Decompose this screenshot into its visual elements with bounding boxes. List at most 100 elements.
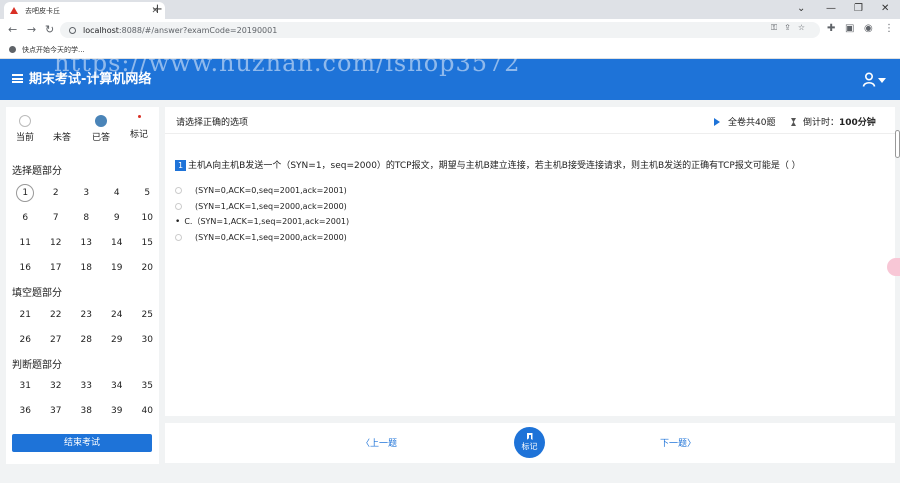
play-icon xyxy=(714,118,720,126)
share-icon[interactable]: ⇪ xyxy=(784,23,798,32)
question-number-button[interactable]: 6 xyxy=(16,209,34,227)
question-number-button[interactable]: 12 xyxy=(47,234,65,252)
page-scrollbar[interactable] xyxy=(895,130,900,158)
legend-marked: 标记 xyxy=(124,115,154,140)
question-number-button[interactable]: 13 xyxy=(77,234,95,252)
star-icon[interactable]: ☆ xyxy=(798,23,812,32)
prev-question-button[interactable]: 〈上一题 xyxy=(361,436,397,449)
question-number-button[interactable]: 5 xyxy=(138,184,156,202)
bookmark-item[interactable]: 快点开始今天的学... xyxy=(22,45,85,55)
question-number-button[interactable]: 39 xyxy=(108,402,126,420)
question-number-button[interactable]: 16 xyxy=(16,259,34,277)
page-title: 期末考试-计算机网络 xyxy=(29,72,152,87)
url-host: localhost xyxy=(83,25,119,35)
option-a[interactable]: (SYN=0,ACK=0,seq=2001,ack=2001) xyxy=(175,183,349,199)
end-exam-button[interactable]: 结束考试 xyxy=(12,434,152,452)
question-number-button[interactable]: 31 xyxy=(16,377,34,395)
minimize-icon[interactable]: — xyxy=(826,2,836,16)
option-c[interactable]: • C.（SYN=1,ACK=1,seq=2001,ack=2001) xyxy=(175,214,349,230)
question-number-button[interactable]: 37 xyxy=(47,402,65,420)
question-stem: 1 主机A向主机B发送一个（SYN=1，seq=2000）的TCP报文，期望与主机… xyxy=(175,158,801,171)
question-number-button[interactable]: 35 xyxy=(138,377,156,395)
question-number-button[interactable]: 22 xyxy=(47,306,65,324)
option-b[interactable]: (SYN=1,ACK=1,seq=2000,ack=2000) xyxy=(175,199,349,215)
extensions-icon[interactable]: ✚ xyxy=(827,23,835,34)
question-number-button[interactable]: 8 xyxy=(77,209,95,227)
back-icon[interactable]: ← xyxy=(8,22,17,38)
omnibox-actions: ⚿⇪☆ xyxy=(771,23,812,33)
close-window-icon[interactable]: ✕ xyxy=(881,2,889,16)
question-nav-panel: 当前 未答 已答 标记 选择题部分 1 2 3 4 5 6 7 8 9 10 11 12 13 14 15 1… xyxy=(6,107,159,464)
reload-icon[interactable]: ↻ xyxy=(45,22,54,38)
next-question-button[interactable]: 下一题〉 xyxy=(660,436,696,449)
question-number-button[interactable]: 21 xyxy=(16,306,34,324)
fill-question-grid: 21 22 23 24 25 26 27 28 29 30 xyxy=(10,306,160,349)
question-number-button[interactable]: 4 xyxy=(108,184,126,202)
question-number-button[interactable]: 17 xyxy=(47,259,65,277)
bookmarks-bar: 快点开始今天的学... xyxy=(0,41,900,59)
question-number-button[interactable]: 15 xyxy=(138,234,156,252)
question-number-button[interactable]: 28 xyxy=(77,331,95,349)
new-tab-icon[interactable]: + xyxy=(152,2,163,17)
question-number-button[interactable]: 18 xyxy=(77,259,95,277)
question-number-button[interactable]: 36 xyxy=(16,402,34,420)
question-number-button[interactable]: 11 xyxy=(16,234,34,252)
user-icon[interactable] xyxy=(862,72,886,88)
question-number-button[interactable]: 10 xyxy=(138,209,156,227)
app-header: 期末考试-计算机网络 https://www.huzhan.com/ishop3… xyxy=(0,49,900,100)
question-number-button[interactable]: 2 xyxy=(47,184,65,202)
question-number-button[interactable]: 9 xyxy=(108,209,126,227)
question-number-button[interactable]: 20 xyxy=(138,259,156,277)
question-number-button[interactable]: 26 xyxy=(16,331,34,349)
radio-icon[interactable] xyxy=(175,233,182,241)
chevron-down-icon[interactable]: ⌄ xyxy=(797,2,805,16)
browser-tabstrip: 去吧皮卡丘 ✕ + ⌄ — ❐ ✕ xyxy=(0,0,900,19)
question-number-button[interactable]: 27 xyxy=(47,331,65,349)
question-number-button[interactable]: 29 xyxy=(108,331,126,349)
question-number-button[interactable]: 19 xyxy=(108,259,126,277)
site-info-icon[interactable] xyxy=(69,26,76,34)
legend-current: 当前 xyxy=(10,115,40,143)
next-label: 下一题 xyxy=(660,439,688,449)
total-questions: 全卷共40题 xyxy=(714,115,775,128)
selected-radio-icon[interactable]: • xyxy=(175,217,180,227)
question-number-button[interactable]: 38 xyxy=(77,402,95,420)
question-number-button[interactable]: 3 xyxy=(77,184,95,202)
maximize-icon[interactable]: ❐ xyxy=(854,2,863,16)
prev-label: 上一题 xyxy=(370,439,398,449)
mark-question-button[interactable]: 标记 xyxy=(514,427,545,458)
radio-icon[interactable] xyxy=(175,187,182,195)
section-title-fill: 填空题部分 xyxy=(12,288,62,299)
question-number-button[interactable]: 30 xyxy=(138,331,156,349)
address-bar[interactable]: localhost:8088/#/answer?examCode=2019000… xyxy=(60,22,820,38)
question-number-button[interactable]: 1 xyxy=(16,184,35,202)
browser-toolbar: ← → ↻ localhost:8088/#/answer?examCode=2… xyxy=(0,19,900,41)
key-icon[interactable]: ⚿ xyxy=(771,23,784,32)
option-d[interactable]: (SYN=0,ACK=1,seq=2000,ack=2000) xyxy=(175,230,349,246)
judge-question-grid: 31 32 33 34 35 36 37 38 39 40 xyxy=(10,377,160,420)
question-number-button[interactable]: 24 xyxy=(108,306,126,324)
bookmark-icon xyxy=(526,433,533,440)
floating-helper-icon[interactable] xyxy=(887,258,900,276)
more-menu-icon[interactable]: ⋮ xyxy=(884,23,894,34)
question-number-button[interactable]: 7 xyxy=(47,209,65,227)
timer-value: 100分钟 xyxy=(839,118,876,128)
profile-icon[interactable]: ◉ xyxy=(864,23,873,34)
browser-tab[interactable]: 去吧皮卡丘 ✕ xyxy=(4,2,165,19)
question-number-button[interactable]: 33 xyxy=(77,377,95,395)
radio-icon[interactable] xyxy=(175,202,182,210)
forward-icon[interactable]: → xyxy=(27,22,36,38)
option-text: (SYN=0,ACK=1,seq=2000,ack=2000) xyxy=(195,232,347,242)
question-number-button[interactable]: 23 xyxy=(77,306,95,324)
menu-icon[interactable] xyxy=(12,74,23,83)
option-text: (SYN=1,ACK=1,seq=2000,ack=2000) xyxy=(195,201,347,211)
status-legend: 当前 未答 已答 标记 xyxy=(6,115,159,143)
question-number-button[interactable]: 40 xyxy=(138,402,156,420)
question-number-button[interactable]: 34 xyxy=(108,377,126,395)
question-number-button[interactable]: 14 xyxy=(108,234,126,252)
sidepanel-icon[interactable]: ▣ xyxy=(845,23,854,34)
question-text: 主机A向主机B发送一个（SYN=1，seq=2000）的TCP报文，期望与主机B… xyxy=(188,161,801,171)
question-number-button[interactable]: 32 xyxy=(47,377,65,395)
answered-marker-icon xyxy=(95,115,107,127)
question-number-button[interactable]: 25 xyxy=(138,306,156,324)
